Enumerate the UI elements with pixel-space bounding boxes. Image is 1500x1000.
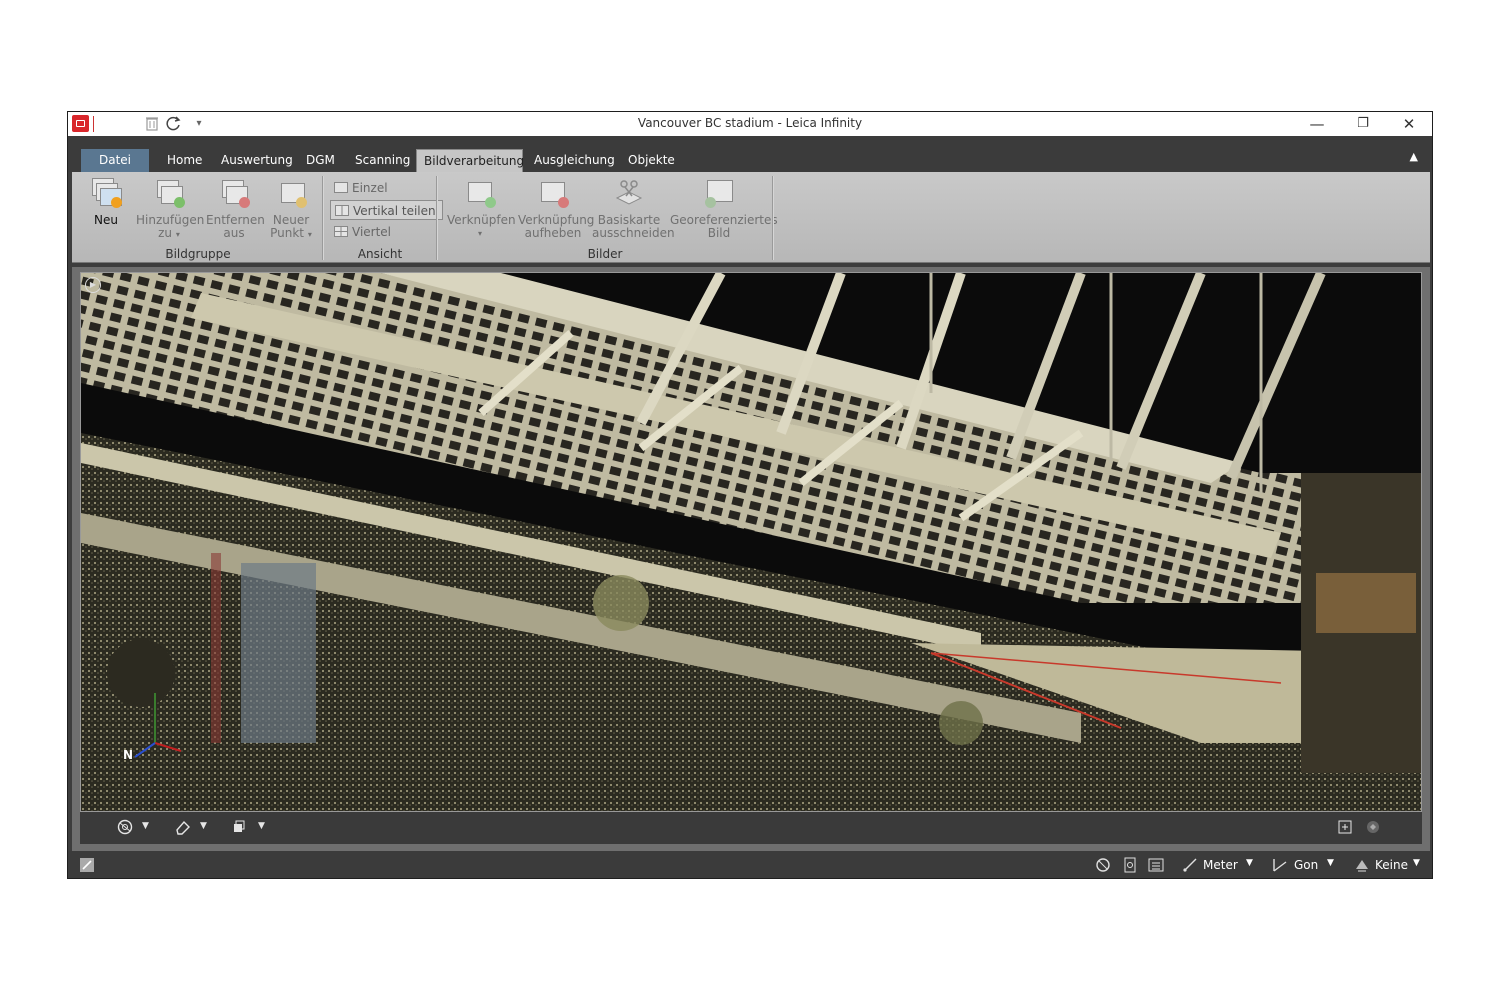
- tab-objekte[interactable]: Objekte: [621, 149, 682, 172]
- coordinate-system-icon: [1354, 857, 1370, 873]
- neu-button[interactable]: Neu: [84, 178, 128, 227]
- north-axis-label: N: [123, 748, 134, 762]
- tab-dgm[interactable]: DGM: [299, 149, 342, 172]
- tab-ausgleichung[interactable]: Ausgleichung: [527, 149, 622, 172]
- new-image-group-icon: [90, 178, 122, 208]
- group-label-ansicht: Ansicht: [357, 247, 403, 261]
- ribbon-tab-bar: Datei Home Auswertung DGM Scanning Bildv…: [68, 136, 1432, 172]
- group-separator: [772, 176, 774, 260]
- angle-unit-icon: [1272, 857, 1288, 873]
- snap-icon[interactable]: [1095, 857, 1111, 873]
- georeferenced-image-icon: [703, 178, 735, 208]
- verknuepfen-button[interactable]: Verknüpfen ▾: [447, 178, 516, 240]
- title-bar: ▾ Vancouver BC stadium - Leica Infinity …: [68, 112, 1432, 136]
- edit-mode-icon[interactable]: [79, 857, 95, 873]
- ribbon-panel: Neu Hinzufügen zu ▾ Entfernen aus Neuer …: [72, 172, 1430, 263]
- eraser-icon[interactable]: [174, 819, 192, 837]
- remove-from-group-icon: [218, 178, 250, 208]
- entfernen-aus-button[interactable]: Entfernen aus: [206, 178, 265, 240]
- new-point-icon: [275, 178, 307, 208]
- point-cloud-render: [81, 273, 1421, 811]
- zoom-extent-icon[interactable]: [1336, 819, 1354, 837]
- distance-unit-label[interactable]: Meter: [1203, 857, 1238, 873]
- window-title: Vancouver BC stadium - Leica Infinity: [637, 116, 863, 130]
- layers-icon[interactable]: [230, 819, 248, 837]
- vertical-split-icon: [335, 205, 349, 216]
- tab-datei[interactable]: Datei: [81, 149, 149, 172]
- angle-unit-label[interactable]: Gon: [1294, 857, 1318, 873]
- single-view-icon: [334, 182, 348, 193]
- tab-scanning[interactable]: Scanning: [348, 149, 417, 172]
- tab-home[interactable]: Home: [160, 149, 209, 172]
- link-image-icon: [464, 178, 496, 208]
- distance-unit-dropdown-icon[interactable]: ▼: [1246, 858, 1253, 868]
- quarter-view-icon: [334, 226, 348, 237]
- tab-auswertung[interactable]: Auswertung: [214, 149, 300, 172]
- group-label-bilder: Bilder: [587, 247, 623, 261]
- verknuepfung-aufheben-button[interactable]: Verknüpfung aufheben: [518, 178, 594, 240]
- image-view-frame: ▶ N ▼ ▼ ▼: [72, 267, 1430, 851]
- crop-basemap-icon: [613, 178, 645, 208]
- render-mode-dropdown-icon[interactable]: ▼: [142, 821, 149, 831]
- add-to-group-icon: [153, 178, 185, 208]
- layers-dropdown-icon[interactable]: ▼: [258, 821, 265, 831]
- unlink-image-icon: [537, 178, 569, 208]
- navigation-cube-icon[interactable]: [1364, 819, 1382, 837]
- neuer-punkt-button[interactable]: Neuer Punkt ▾: [268, 178, 314, 241]
- close-button[interactable]: ✕: [1386, 112, 1432, 136]
- view-toolbar: ▼ ▼ ▼: [80, 812, 1422, 844]
- eraser-dropdown-icon[interactable]: ▼: [200, 821, 207, 831]
- point-cloud-viewport[interactable]: ▶ N: [80, 272, 1422, 812]
- collapse-ribbon-icon[interactable]: ▲: [1410, 150, 1418, 163]
- view-vertikal-teilen-option[interactable]: Vertikal teilen: [330, 200, 443, 220]
- basiskarte-ausschneiden-button[interactable]: Basiskarte ausschneiden: [592, 178, 675, 240]
- hinzufuegen-zu-button[interactable]: Hinzufügen zu ▾: [136, 178, 204, 241]
- georeferenziertes-bild-button[interactable]: Georeferenziertes Bild: [670, 178, 778, 240]
- play-icon[interactable]: ▶: [85, 277, 101, 293]
- coordinate-system-label[interactable]: Keine: [1375, 857, 1408, 873]
- tab-bildverarbeitung[interactable]: Bildverarbeitung: [416, 149, 524, 172]
- distance-unit-icon: [1182, 857, 1198, 873]
- minimize-button[interactable]: —: [1294, 112, 1340, 136]
- group-label-bildgruppe: Bildgruppe: [165, 247, 231, 261]
- render-mode-icon[interactable]: [116, 819, 134, 837]
- coordinate-system-dropdown-icon[interactable]: ▼: [1413, 858, 1420, 868]
- app-window: ▾ Vancouver BC stadium - Leica Infinity …: [67, 111, 1433, 879]
- view-viertel-option[interactable]: Viertel: [330, 222, 397, 242]
- angle-unit-dropdown-icon[interactable]: ▼: [1327, 858, 1334, 868]
- status-bar: Meter ▼ Gon ▼ Keine ▼: [68, 851, 1432, 878]
- list-view-icon[interactable]: [1148, 857, 1164, 873]
- restore-button[interactable]: ❐: [1340, 112, 1386, 136]
- search-document-icon[interactable]: [1122, 857, 1138, 873]
- view-einzel-option[interactable]: Einzel: [330, 178, 394, 198]
